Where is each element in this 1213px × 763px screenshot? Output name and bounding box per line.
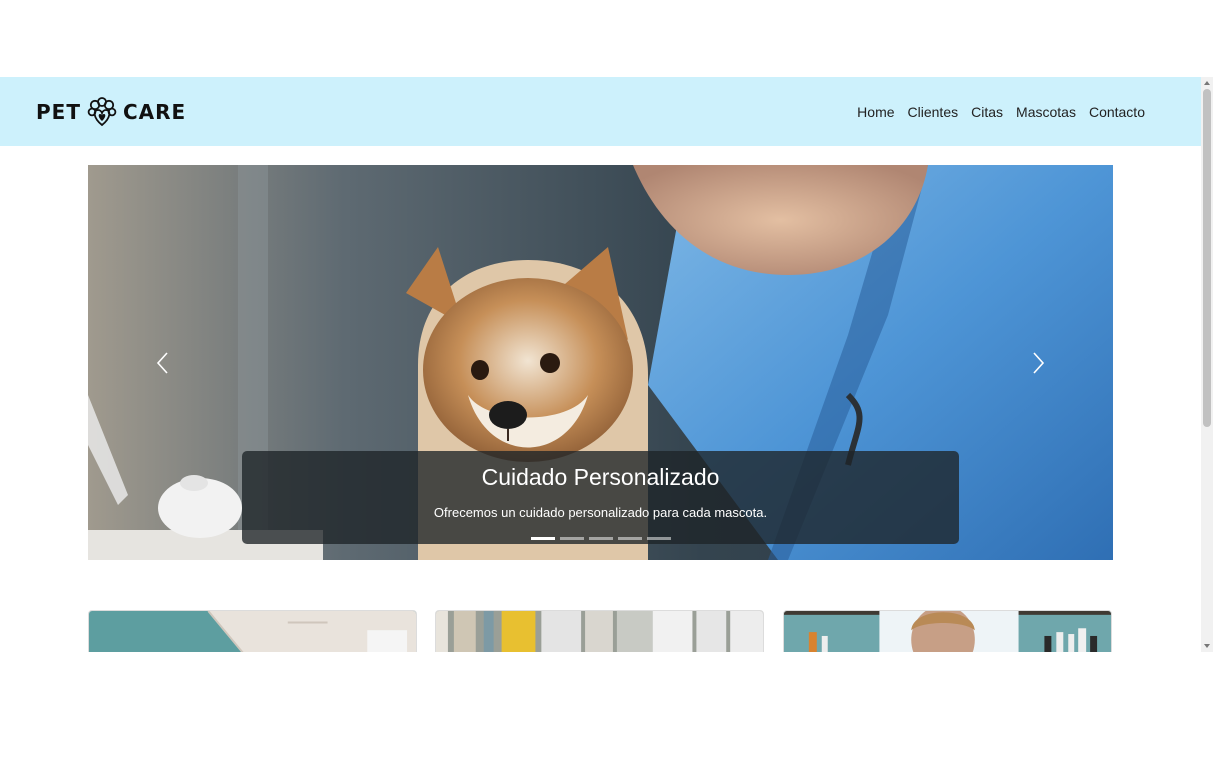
caret-down-icon [1204, 644, 1210, 648]
scrollbar-thumb[interactable] [1203, 89, 1211, 427]
service-card-image[interactable] [783, 610, 1112, 652]
nav-link-home[interactable]: Home [855, 100, 896, 124]
card-image-room [89, 611, 416, 652]
page-scrollbar[interactable] [1201, 77, 1213, 652]
paw-heart-icon [87, 97, 117, 127]
nav-links: Home Clientes Citas Mascotas Contacto [855, 77, 1147, 146]
carousel-indicators [531, 537, 671, 540]
brand-word-left: PET [36, 100, 81, 124]
nav-link-mascotas[interactable]: Mascotas [1014, 100, 1078, 124]
hero-carousel: Cuidado Personalizado Ofrecemos un cuida… [88, 165, 1113, 560]
carousel-indicator[interactable] [589, 537, 613, 540]
scroll-up-arrow[interactable] [1201, 77, 1213, 89]
brand-word-right: CARE [122, 100, 187, 124]
carousel-caption: Cuidado Personalizado Ofrecemos un cuida… [242, 451, 959, 544]
service-card-image[interactable] [88, 610, 417, 652]
card-image-shelves [436, 611, 763, 652]
carousel-indicator[interactable] [560, 537, 584, 540]
browser-viewport: PET CARE Home Clientes Citas Mascotas Co… [0, 77, 1213, 652]
carousel-prev-button[interactable] [88, 165, 238, 560]
navbar: PET CARE Home Clientes Citas Mascotas Co… [0, 77, 1201, 146]
nav-link-clientes[interactable]: Clientes [906, 100, 961, 124]
chevron-left-icon [156, 351, 168, 374]
nav-link-citas[interactable]: Citas [969, 100, 1005, 124]
nav-link-contacto[interactable]: Contacto [1087, 100, 1147, 124]
carousel-indicator[interactable] [531, 537, 555, 540]
scroll-down-arrow[interactable] [1201, 640, 1213, 652]
caption-text: Ofrecemos un cuidado personalizado para … [433, 505, 768, 520]
card-image-groomer [784, 611, 1111, 652]
caption-title: Cuidado Personalizado [481, 464, 720, 490]
carousel-indicator[interactable] [618, 537, 642, 540]
carousel-next-button[interactable] [963, 165, 1113, 560]
chevron-right-icon [1033, 351, 1045, 374]
service-card-image[interactable] [435, 610, 764, 652]
brand-logo-link[interactable]: PET CARE [36, 95, 186, 129]
caret-up-icon [1204, 81, 1210, 85]
carousel-indicator[interactable] [647, 537, 671, 540]
